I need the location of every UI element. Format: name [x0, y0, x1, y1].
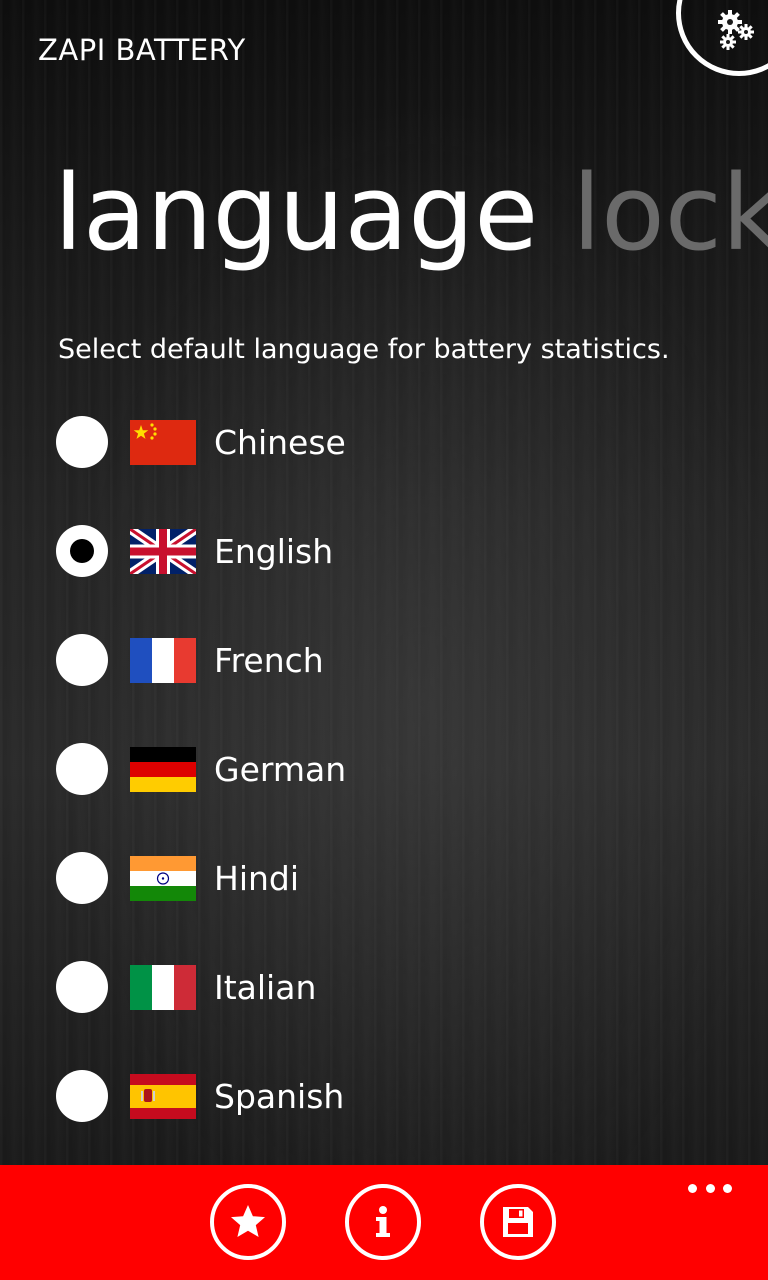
germany-flag-icon [130, 746, 196, 792]
radio-button[interactable] [56, 852, 108, 904]
more-icon[interactable] [688, 1184, 732, 1194]
language-label: English [214, 531, 334, 571]
language-label: Chinese [214, 422, 346, 462]
language-option-spanish[interactable]: Spanish [56, 1066, 416, 1126]
info-button[interactable] [345, 1184, 421, 1260]
rate-button[interactable] [210, 1184, 286, 1260]
star-icon [231, 1205, 265, 1237]
radio-button[interactable] [56, 1070, 108, 1122]
radio-button[interactable] [56, 416, 108, 468]
language-option-italian[interactable]: Italian [56, 957, 416, 1017]
save-icon [503, 1207, 533, 1237]
app-title: ZAPI BATTERY [38, 33, 246, 67]
save-button[interactable] [480, 1184, 556, 1260]
pivot-item-lock[interactable]: lock [572, 152, 768, 274]
gears-icon [718, 10, 754, 50]
language-label: French [214, 640, 324, 680]
france-flag-icon [130, 637, 196, 683]
pivot-header: language lock [54, 148, 768, 278]
language-label: German [214, 749, 347, 789]
spain-flag-icon [130, 1073, 196, 1119]
language-option-french[interactable]: French [56, 630, 416, 690]
instruction-text: Select default language for battery stat… [58, 334, 670, 365]
language-label: Italian [214, 967, 317, 1007]
china-flag-icon [130, 419, 196, 465]
pivot-item-language[interactable]: language [54, 152, 538, 274]
language-option-chinese[interactable]: Chinese [56, 412, 416, 472]
language-option-english[interactable]: English [56, 521, 416, 581]
language-option-german[interactable]: German [56, 739, 416, 799]
radio-button[interactable] [56, 961, 108, 1013]
language-label: Spanish [214, 1076, 345, 1116]
uk-flag-icon [130, 528, 196, 574]
radio-button[interactable] [56, 743, 108, 795]
radio-button[interactable] [56, 634, 108, 686]
india-flag-icon [130, 855, 196, 901]
radio-button-selected[interactable] [56, 525, 108, 577]
info-icon [376, 1206, 390, 1237]
language-label: Hindi [214, 858, 300, 898]
italy-flag-icon [130, 964, 196, 1010]
language-option-hindi[interactable]: Hindi [56, 848, 416, 908]
